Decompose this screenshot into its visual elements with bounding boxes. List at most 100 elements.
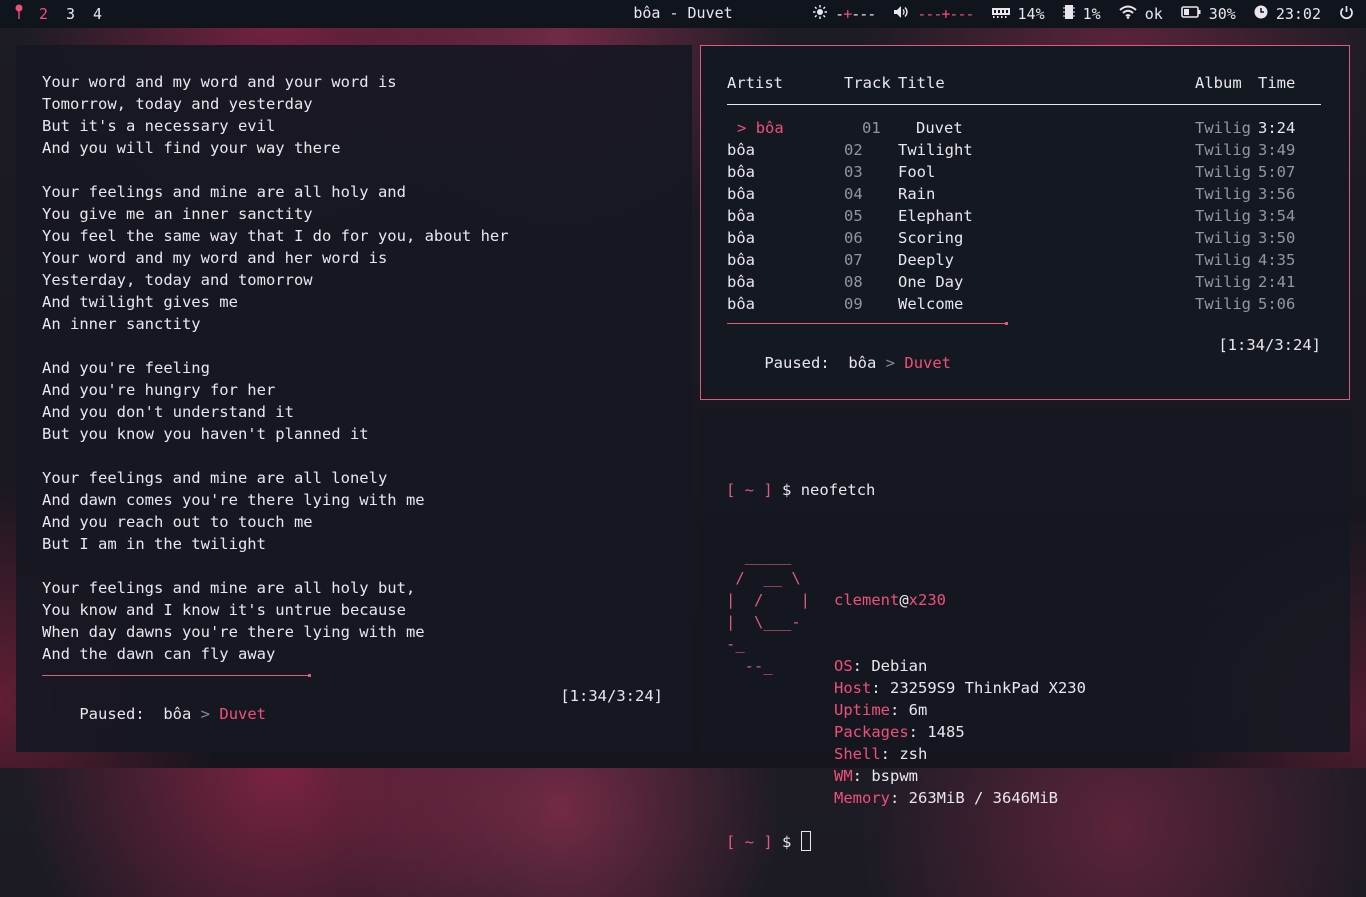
info-line: Memory: 263MiB / 3646MiB bbox=[834, 789, 1058, 807]
lyric-line: You feel the same way that I do for you,… bbox=[42, 227, 509, 245]
command-line: [ ~ ] $ neofetch bbox=[726, 479, 875, 501]
cell-title: Deeply bbox=[898, 251, 954, 269]
lyric-line: Yesterday, today and tomorrow bbox=[42, 271, 313, 289]
cell-time: 2:41 bbox=[1258, 273, 1296, 291]
cell-album: Twilig bbox=[1195, 207, 1251, 225]
playlist-window[interactable]: Artist Track Title Album Time > bôa 01 Duv… bbox=[700, 45, 1350, 400]
cell-title: Duvet bbox=[916, 119, 963, 137]
brightness-module[interactable]: -+--- bbox=[813, 5, 876, 23]
prompt-dollar: $ bbox=[782, 833, 792, 851]
lyric-blank-line bbox=[42, 555, 509, 577]
lyric-line: An inner sanctity bbox=[42, 315, 201, 333]
info-key: Shell bbox=[834, 745, 881, 763]
cell-title: Elephant bbox=[898, 207, 973, 225]
cell-track: 04 bbox=[844, 185, 863, 203]
info-value: Debian bbox=[871, 657, 928, 675]
playlist-row[interactable]: bôa 08 One Day Twilig 2:41 bbox=[727, 271, 1321, 293]
cell-track: 06 bbox=[844, 229, 863, 247]
player-separator: > bbox=[885, 354, 896, 372]
header-track[interactable]: Track bbox=[844, 72, 898, 94]
cell-album: Twilig bbox=[1195, 229, 1251, 247]
cell-title: Fool bbox=[898, 163, 936, 181]
cell-track: 08 bbox=[844, 273, 863, 291]
info-line: WM: bspwm bbox=[834, 767, 919, 785]
info-line: OS: Debian bbox=[834, 657, 928, 675]
player-title: Duvet bbox=[219, 705, 267, 723]
brightness-icon bbox=[813, 5, 828, 23]
cell-time: 3:56 bbox=[1258, 185, 1296, 203]
header-title[interactable]: Title bbox=[898, 72, 1195, 94]
workspace-2[interactable]: 2 bbox=[39, 5, 66, 23]
playlist-progress-bar[interactable] bbox=[727, 322, 1008, 325]
lyrics-player-status: Paused: bôa > Duvet [1:34/3:24] bbox=[42, 687, 663, 759]
header-album[interactable]: Album bbox=[1195, 72, 1258, 94]
lyric-line: But I am in the twilight bbox=[42, 535, 266, 553]
battery-module: 30% bbox=[1180, 5, 1236, 23]
power-icon[interactable] bbox=[1339, 5, 1354, 24]
playlist-row[interactable]: bôa 03 Fool Twilig 5:07 bbox=[727, 161, 1321, 183]
playlist-row[interactable]: bôa 06 Scoring Twilig 3:50 bbox=[727, 227, 1321, 249]
lyrics-progress-bar[interactable] bbox=[42, 674, 311, 677]
cell-time: 5:06 bbox=[1258, 295, 1296, 313]
wifi-icon bbox=[1119, 5, 1137, 23]
cell-track: 02 bbox=[844, 141, 863, 159]
user: clement bbox=[834, 591, 900, 609]
playlist-row[interactable]: bôa 09 Welcome Twilig 5:06 bbox=[727, 293, 1321, 315]
info-value: 23259S9 ThinkPad X230 bbox=[890, 679, 1086, 697]
volume-slider[interactable]: ---+--- bbox=[917, 5, 974, 23]
battery-value: 30% bbox=[1208, 5, 1236, 23]
cell-title: Twilight bbox=[898, 141, 973, 159]
ram-module: 14% bbox=[991, 5, 1045, 23]
prompt: [ ~ ] bbox=[726, 481, 773, 499]
power-module[interactable] bbox=[1339, 5, 1354, 24]
volume-icon bbox=[893, 5, 909, 23]
debian-logo: _____ / __ \ | / | | \___- -_ --_ bbox=[726, 545, 810, 677]
lyric-line: Your word and my word and her word is bbox=[42, 249, 388, 267]
player-artist: bôa bbox=[848, 354, 877, 372]
top-bar: 2 3 4 bôa - Duvet -+--- ---+--- 14% 1% o… bbox=[0, 0, 1366, 28]
workspace-3[interactable]: 3 bbox=[66, 5, 93, 23]
playlist-row[interactable]: bôa 07 Deeply Twilig 4:35 bbox=[727, 249, 1321, 271]
playlist-rows: > bôa 01 Duvet Twilig 3:24 bôa 02 Twilight Twili… bbox=[727, 117, 1321, 315]
playlist-row[interactable]: bôa 02 Twilight Twilig 3:49 bbox=[727, 139, 1321, 161]
lyric-line: And dawn comes you're there lying with m… bbox=[42, 491, 425, 509]
info-line: Packages: 1485 bbox=[834, 723, 965, 741]
workspace-list: 2 3 4 bbox=[0, 4, 120, 24]
lyric-blank-line bbox=[42, 335, 509, 357]
logo-line: | \___- bbox=[726, 613, 801, 631]
workspace-4[interactable]: 4 bbox=[93, 5, 120, 23]
brightness-slider[interactable]: -+--- bbox=[835, 5, 876, 23]
cell-artist: > bôa bbox=[727, 117, 844, 139]
info-key: OS bbox=[834, 657, 853, 675]
playlist-row[interactable]: bôa 04 Rain Twilig 3:56 bbox=[727, 183, 1321, 205]
cell-title: Scoring bbox=[898, 229, 964, 247]
cell-album: Twilig bbox=[1195, 119, 1251, 137]
volume-module[interactable]: ---+--- bbox=[893, 5, 975, 23]
system-info: clement@x230 OS: Debian Host: 23259S9 Thi… bbox=[834, 545, 1086, 853]
header-time[interactable]: Time bbox=[1258, 72, 1321, 94]
header-artist[interactable]: Artist bbox=[727, 72, 844, 94]
cell-artist-text: bôa bbox=[755, 119, 784, 137]
logo-line: _____ bbox=[726, 547, 792, 565]
clock-icon bbox=[1254, 5, 1268, 23]
wifi-module[interactable]: ok bbox=[1119, 5, 1163, 23]
player-elapsed: [1:34/3:24] bbox=[1218, 336, 1321, 354]
playlist-row[interactable]: bôa 05 Elephant Twilig 3:54 bbox=[727, 205, 1321, 227]
info-value: 6m bbox=[908, 701, 928, 719]
prompt: [ ~ ] bbox=[726, 833, 773, 851]
logo-line: -_ bbox=[726, 635, 745, 653]
playlist-row-current[interactable]: > bôa 01 Duvet Twilig 3:24 bbox=[727, 117, 1321, 139]
terminal-output: [ ~ ] $ neofetch _____ / __ \ | / | | \___… bbox=[726, 435, 1086, 897]
terminal-window[interactable]: [ ~ ] $ neofetch _____ / __ \ | / | | \___… bbox=[700, 409, 1350, 851]
lyrics-window[interactable]: Your word and my word and your word is To… bbox=[16, 45, 692, 752]
info-value: 1485 bbox=[927, 723, 965, 741]
cell-track: 01 bbox=[862, 119, 881, 137]
info-key: WM bbox=[834, 767, 853, 785]
host: x230 bbox=[908, 591, 946, 609]
player-artist: bôa bbox=[163, 705, 192, 723]
clock-module: 23:02 bbox=[1254, 5, 1321, 23]
cell-album: Twilig bbox=[1195, 273, 1251, 291]
player-title: Duvet bbox=[904, 354, 952, 372]
cell-time: 3:50 bbox=[1258, 229, 1296, 247]
cell-track: 07 bbox=[844, 251, 863, 269]
